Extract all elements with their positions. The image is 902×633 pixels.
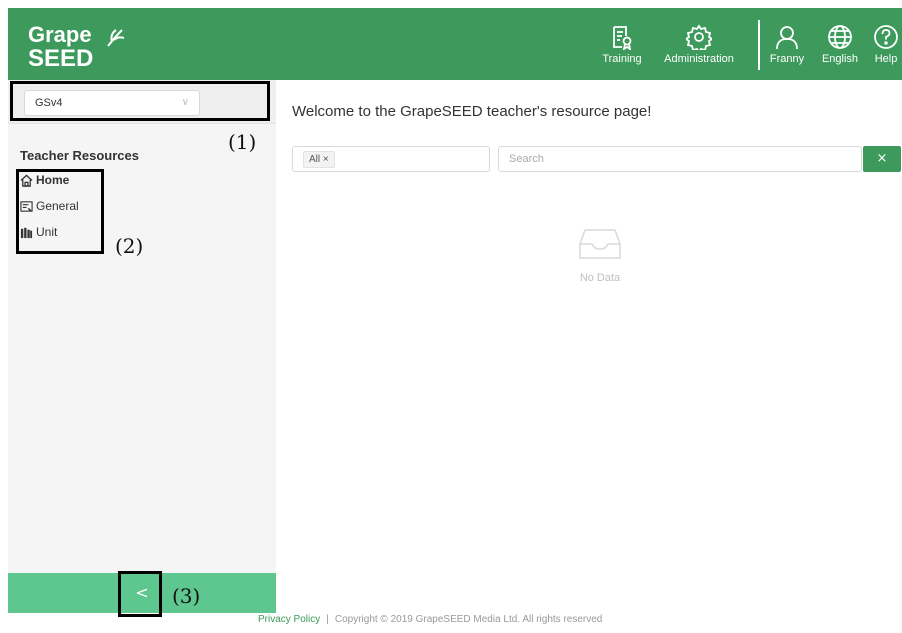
search-input[interactable]: Search bbox=[498, 146, 862, 172]
empty-state-text: No Data bbox=[579, 272, 621, 284]
copyright-text: Copyright © 2019 GrapeSEED Media Ltd. Al… bbox=[334, 614, 603, 625]
nav-user-label: Franny bbox=[769, 52, 805, 65]
sidebar: GSv4 ∨ Teacher Resources Home General Un… bbox=[8, 80, 276, 613]
nav-language[interactable]: English bbox=[816, 8, 864, 80]
nav-help[interactable]: Help bbox=[870, 8, 902, 80]
grapeseed-logo[interactable]: Grape SEED bbox=[26, 18, 136, 72]
nav-training[interactable]: Training bbox=[596, 8, 648, 80]
globe-icon bbox=[828, 24, 852, 49]
annotation-box-3 bbox=[118, 571, 162, 617]
nav-administration-label: Administration bbox=[664, 52, 734, 65]
footer-separator: | bbox=[326, 614, 329, 625]
nav-training-label: Training bbox=[602, 52, 642, 65]
filter-tag-input[interactable]: All × bbox=[292, 146, 490, 172]
annotation-label-3: (3) bbox=[172, 584, 201, 608]
clear-search-button[interactable]: × bbox=[863, 146, 901, 172]
annotation-label-2: (2) bbox=[115, 234, 144, 258]
app-frame: Grape SEED Training Administration Frann… bbox=[0, 0, 902, 633]
training-icon bbox=[613, 25, 632, 50]
privacy-policy-link[interactable]: Privacy Policy bbox=[258, 614, 320, 625]
annotation-box-2 bbox=[16, 169, 104, 254]
top-header: Grape SEED Training Administration Frann… bbox=[8, 8, 902, 80]
annotation-box-1 bbox=[10, 81, 270, 121]
page-title: Welcome to the GrapeSEED teacher's resou… bbox=[292, 103, 652, 120]
nav-administration[interactable]: Administration bbox=[656, 8, 742, 80]
gear-icon bbox=[686, 23, 712, 50]
logo-text-bottom: SEED bbox=[28, 45, 93, 72]
section-title: Teacher Resources bbox=[20, 148, 139, 163]
empty-inbox-icon bbox=[579, 229, 621, 259]
help-icon bbox=[874, 24, 898, 49]
footer: Privacy Policy | Copyright © 2019 GrapeSEE… bbox=[258, 614, 602, 625]
annotation-label-1: (1) bbox=[228, 130, 257, 154]
nav-user[interactable]: Franny bbox=[764, 8, 810, 80]
user-icon bbox=[776, 25, 798, 49]
nav-language-label: English bbox=[821, 52, 859, 65]
filter-tag-all[interactable]: All × bbox=[303, 151, 335, 168]
header-divider bbox=[758, 20, 760, 70]
logo-text-top: Grape bbox=[28, 22, 92, 47]
nav-help-label: Help bbox=[874, 52, 898, 65]
